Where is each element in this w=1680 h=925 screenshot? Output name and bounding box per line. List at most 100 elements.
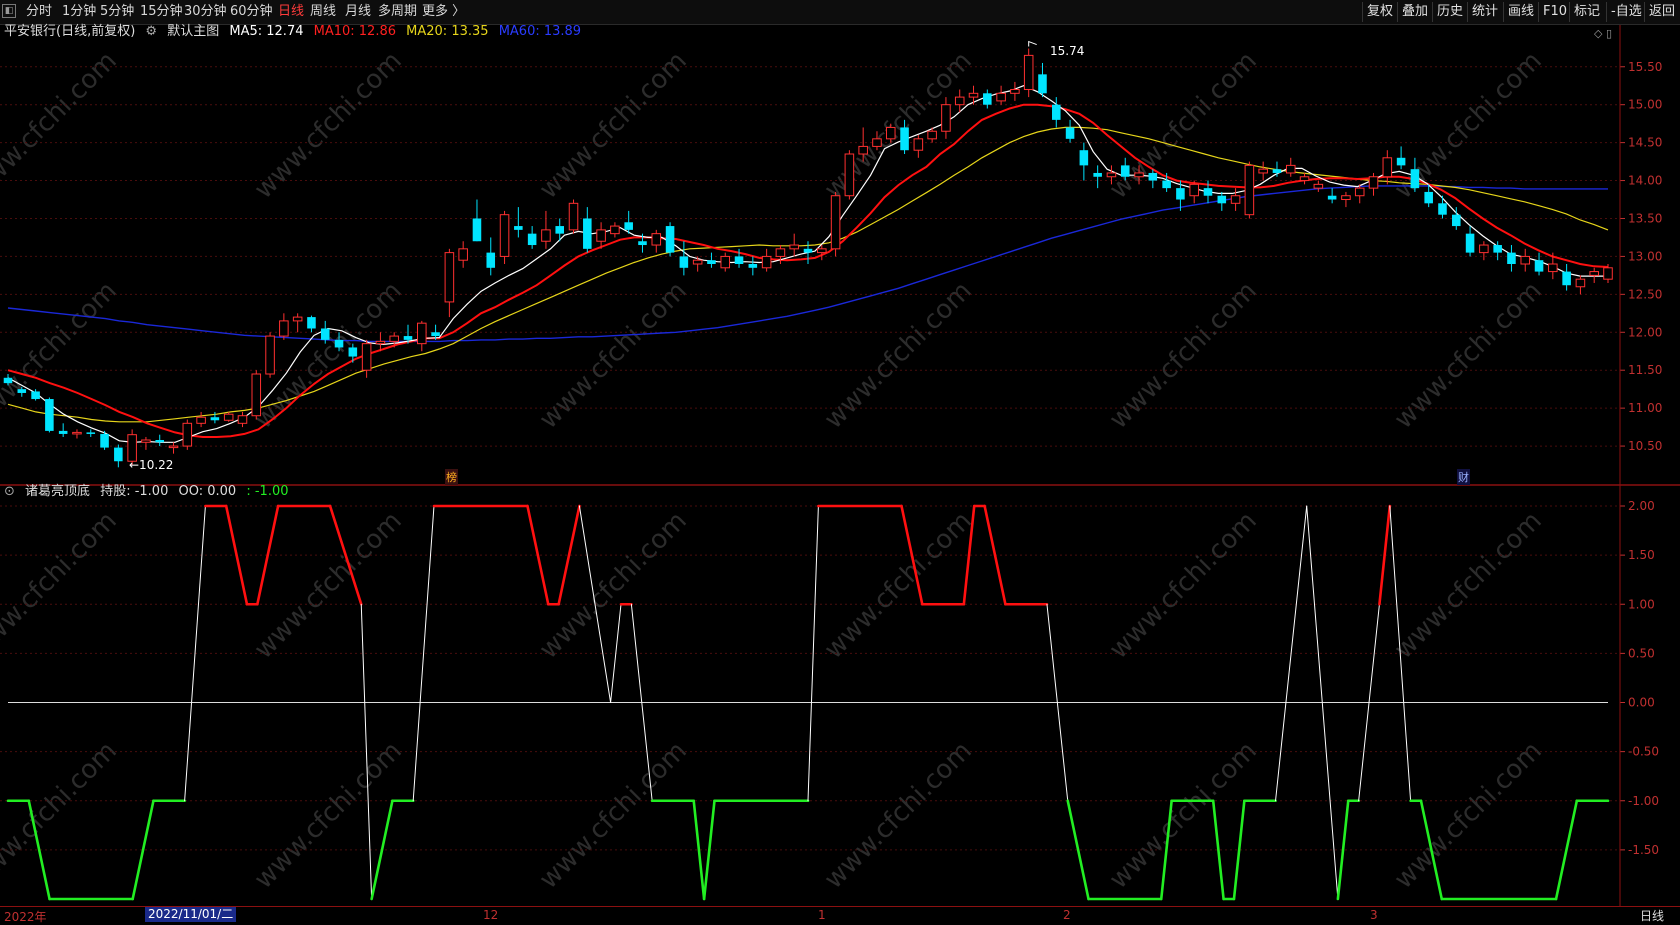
candle-body-down	[100, 433, 109, 448]
candle-body-down	[1052, 104, 1061, 120]
toolbar-button-8[interactable]: 返回	[1644, 2, 1679, 22]
collapse-icon[interactable]: ⊙	[4, 484, 15, 499]
price-tick-label: 10.50	[1628, 439, 1662, 453]
period-tab-4[interactable]: 30分钟	[184, 4, 227, 20]
ind-tick-label: 0.00	[1628, 696, 1655, 710]
stock-title[interactable]: 平安银行(日线,前复权)	[4, 24, 135, 39]
main-chart-grid	[0, 66, 1620, 447]
watermark-text: www.cfchi.com	[0, 736, 123, 895]
cursor-date-label: 2022/11/01/二	[145, 907, 237, 922]
watermark-text: www.cfchi.com	[1104, 276, 1263, 435]
candle-body-down	[348, 347, 358, 357]
watermark-text: www.cfchi.com	[819, 46, 978, 205]
ind-tick-label: -1.50	[1628, 843, 1659, 857]
candle-body-down	[1438, 203, 1447, 215]
price-tick-label: 15.00	[1628, 98, 1662, 112]
candle-body-up	[568, 202, 579, 231]
oo-value: OO: 0.00	[178, 484, 237, 499]
candle-body-down	[583, 218, 592, 249]
hold-segment	[610, 603, 622, 703]
watermark-text: www.cfchi.com	[1674, 506, 1680, 665]
period-tab-0[interactable]: 分时	[26, 4, 52, 20]
candle-body-down	[31, 391, 40, 400]
period-tab-2[interactable]: 5分钟	[100, 4, 134, 20]
candle-body-up	[651, 233, 662, 246]
candle-body-down	[734, 256, 744, 264]
finance-tag[interactable]: 财	[1457, 469, 1470, 485]
period-indicator[interactable]: 日线	[1640, 907, 1664, 924]
toolbar-button-7[interactable]: -自选	[1606, 2, 1646, 22]
ma20-legend: MA20: 13.35	[406, 24, 489, 39]
candle-body-up	[596, 229, 606, 242]
settings-gear-icon[interactable]: ⚙	[145, 24, 157, 39]
toolbar-button-6[interactable]: 标记	[1569, 2, 1604, 22]
toolbar-button-5[interactable]: F10	[1538, 2, 1571, 22]
toolbar-button-4[interactable]: 画线	[1503, 2, 1538, 22]
candle-body-up	[954, 96, 965, 106]
candle-body-up	[1134, 172, 1144, 178]
candle-body-up	[458, 248, 468, 261]
candle-body-up	[1023, 54, 1034, 91]
candle-body-down	[1507, 252, 1516, 264]
indicator-name[interactable]: 诸葛亮顶底	[25, 484, 90, 499]
period-tab-8[interactable]: 月线	[345, 4, 371, 20]
candle-body-down	[1272, 169, 1282, 173]
candle-body-up	[996, 92, 1006, 102]
watermark-layer: www.cfchi.com www.cfchi.com www.cfchi.com w…	[0, 46, 1680, 895]
period-tab-6[interactable]: 日线	[278, 4, 304, 20]
last-value: : -1.00	[246, 484, 289, 499]
indicator-legend: ⊙ 诸葛亮顶底 持股: -1.00 OO: 0.00 : -1.00	[4, 484, 295, 500]
watermark-text: www.cfchi.com	[249, 736, 408, 895]
toolbar-button-2[interactable]: 历史	[1432, 2, 1467, 22]
candle-body-up	[1382, 157, 1393, 178]
candle-body-down	[1493, 245, 1502, 253]
hold-segment	[1211, 799, 1225, 901]
chart-options-icons[interactable]: ◇ ▯	[1594, 27, 1612, 40]
period-tab-10[interactable]: 更多 〉	[422, 4, 465, 20]
toolbar-button-1[interactable]: 叠加	[1397, 2, 1432, 22]
period-tab-1[interactable]: 1分钟	[62, 4, 96, 20]
rank-tag[interactable]: 榜	[445, 469, 458, 485]
restore-icon[interactable]: ◧	[2, 4, 16, 18]
price-tick-label: 12.50	[1628, 287, 1662, 301]
date-label-jan: 1	[818, 908, 826, 922]
candle-body-up	[1575, 278, 1586, 288]
candle-body-down	[1327, 195, 1337, 200]
toolbar-button-0[interactable]: 复权	[1362, 2, 1397, 22]
hold-value: 持股: -1.00	[100, 484, 169, 499]
period-tab-5[interactable]: 60分钟	[230, 4, 273, 20]
price-tick-label: 15.50	[1628, 60, 1662, 74]
watermark-text: www.cfchi.com	[819, 736, 978, 895]
price-tick-label: 11.50	[1628, 363, 1662, 377]
candle-body-down	[555, 226, 564, 234]
price-tick-label: 13.00	[1628, 249, 1662, 263]
ma60-legend: MA60: 13.89	[498, 24, 582, 39]
hold-segment	[224, 504, 249, 606]
price-tick-label: 14.50	[1628, 136, 1662, 150]
ind-tick-label: 2.00	[1628, 499, 1655, 513]
main-chart-legend: 平安银行(日线,前复权) ⚙ 默认主图 MA5: 12.74 MA10: 12.…	[4, 24, 587, 40]
candle-body-up	[913, 138, 924, 151]
candle-body-up	[1354, 187, 1365, 197]
price-tick-label: 12.00	[1628, 325, 1662, 339]
high-marker	[1028, 40, 1037, 47]
period-tab-3[interactable]: 15分钟	[140, 4, 183, 20]
toolbar-button-3[interactable]: 统计	[1467, 2, 1502, 22]
template-name[interactable]: 默认主图	[167, 24, 219, 39]
period-tab-7[interactable]: 周线	[310, 4, 336, 20]
candle-body-up	[417, 322, 427, 345]
candle-body-up	[1479, 244, 1489, 254]
candle-body-up	[1230, 195, 1241, 204]
low-price-label: ←10.22	[129, 458, 174, 472]
candle-body-up	[927, 130, 937, 140]
candle-body-down	[1038, 74, 1047, 94]
candle-body-down	[114, 447, 123, 462]
period-tab-9[interactable]: 多周期	[378, 4, 417, 20]
ind-tick-label: -0.50	[1628, 745, 1659, 759]
watermark-text: www.cfchi.com	[819, 276, 978, 435]
candle-body-up	[444, 252, 455, 303]
candle-body-up	[844, 153, 855, 197]
candle-body-down	[1065, 127, 1075, 139]
candle-body-down	[707, 260, 716, 264]
watermark-text: www.cfchi.com	[1389, 736, 1548, 895]
